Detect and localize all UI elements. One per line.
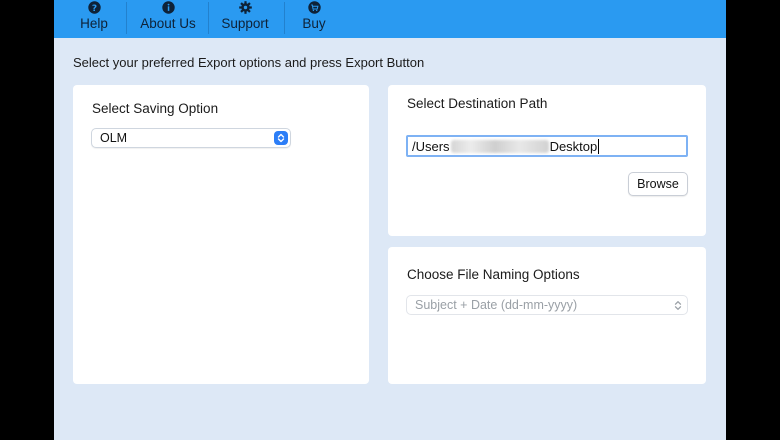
destination-path-panel: Select Destination Path /Users Desktop B… — [388, 85, 706, 236]
support-label: Support — [221, 16, 269, 31]
toolbar-separator — [126, 2, 127, 34]
about-us-label: About Us — [140, 16, 196, 31]
path-suffix: Desktop — [549, 138, 598, 154]
destination-path-title: Select Destination Path — [407, 96, 548, 111]
destination-path-input[interactable]: /Users Desktop — [406, 135, 688, 157]
toolbar: ? Help About Us Support Buy — [54, 0, 726, 38]
instruction-text: Select your preferred Export options and… — [73, 55, 425, 70]
help-label: Help — [80, 16, 108, 31]
file-naming-panel: Choose File Naming Options Subject + Dat… — [388, 247, 706, 384]
saving-option-panel: Select Saving Option OLM — [73, 85, 369, 384]
toolbar-separator — [284, 2, 285, 34]
redacted-username — [450, 139, 549, 153]
gear-icon — [238, 1, 252, 14]
question-circle-icon: ? — [87, 1, 101, 14]
app-window: ? Help About Us Support Buy Select your … — [54, 0, 726, 440]
buy-label: Buy — [302, 16, 326, 31]
svg-text:?: ? — [91, 4, 96, 14]
saving-option-title: Select Saving Option — [92, 101, 219, 116]
path-prefix: /Users — [412, 138, 450, 154]
browse-button[interactable]: Browse — [628, 172, 688, 196]
chevron-up-down-icon — [274, 131, 288, 145]
chevron-up-down-icon — [673, 299, 683, 312]
cart-circle-icon — [307, 1, 321, 14]
toolbar-separator — [208, 2, 209, 34]
text-caret — [598, 138, 600, 154]
support-button[interactable]: Support — [218, 0, 272, 38]
help-button[interactable]: ? Help — [78, 0, 110, 38]
buy-button[interactable]: Buy — [300, 0, 328, 38]
file-naming-select[interactable]: Subject + Date (dd-mm-yyyy) — [406, 295, 688, 315]
saving-option-select[interactable]: OLM — [91, 128, 291, 148]
file-naming-value: Subject + Date (dd-mm-yyyy) — [415, 298, 578, 312]
about-us-button[interactable]: About Us — [138, 0, 198, 38]
file-naming-title: Choose File Naming Options — [407, 267, 580, 282]
info-circle-icon — [161, 1, 175, 14]
saving-option-value: OLM — [100, 131, 128, 145]
